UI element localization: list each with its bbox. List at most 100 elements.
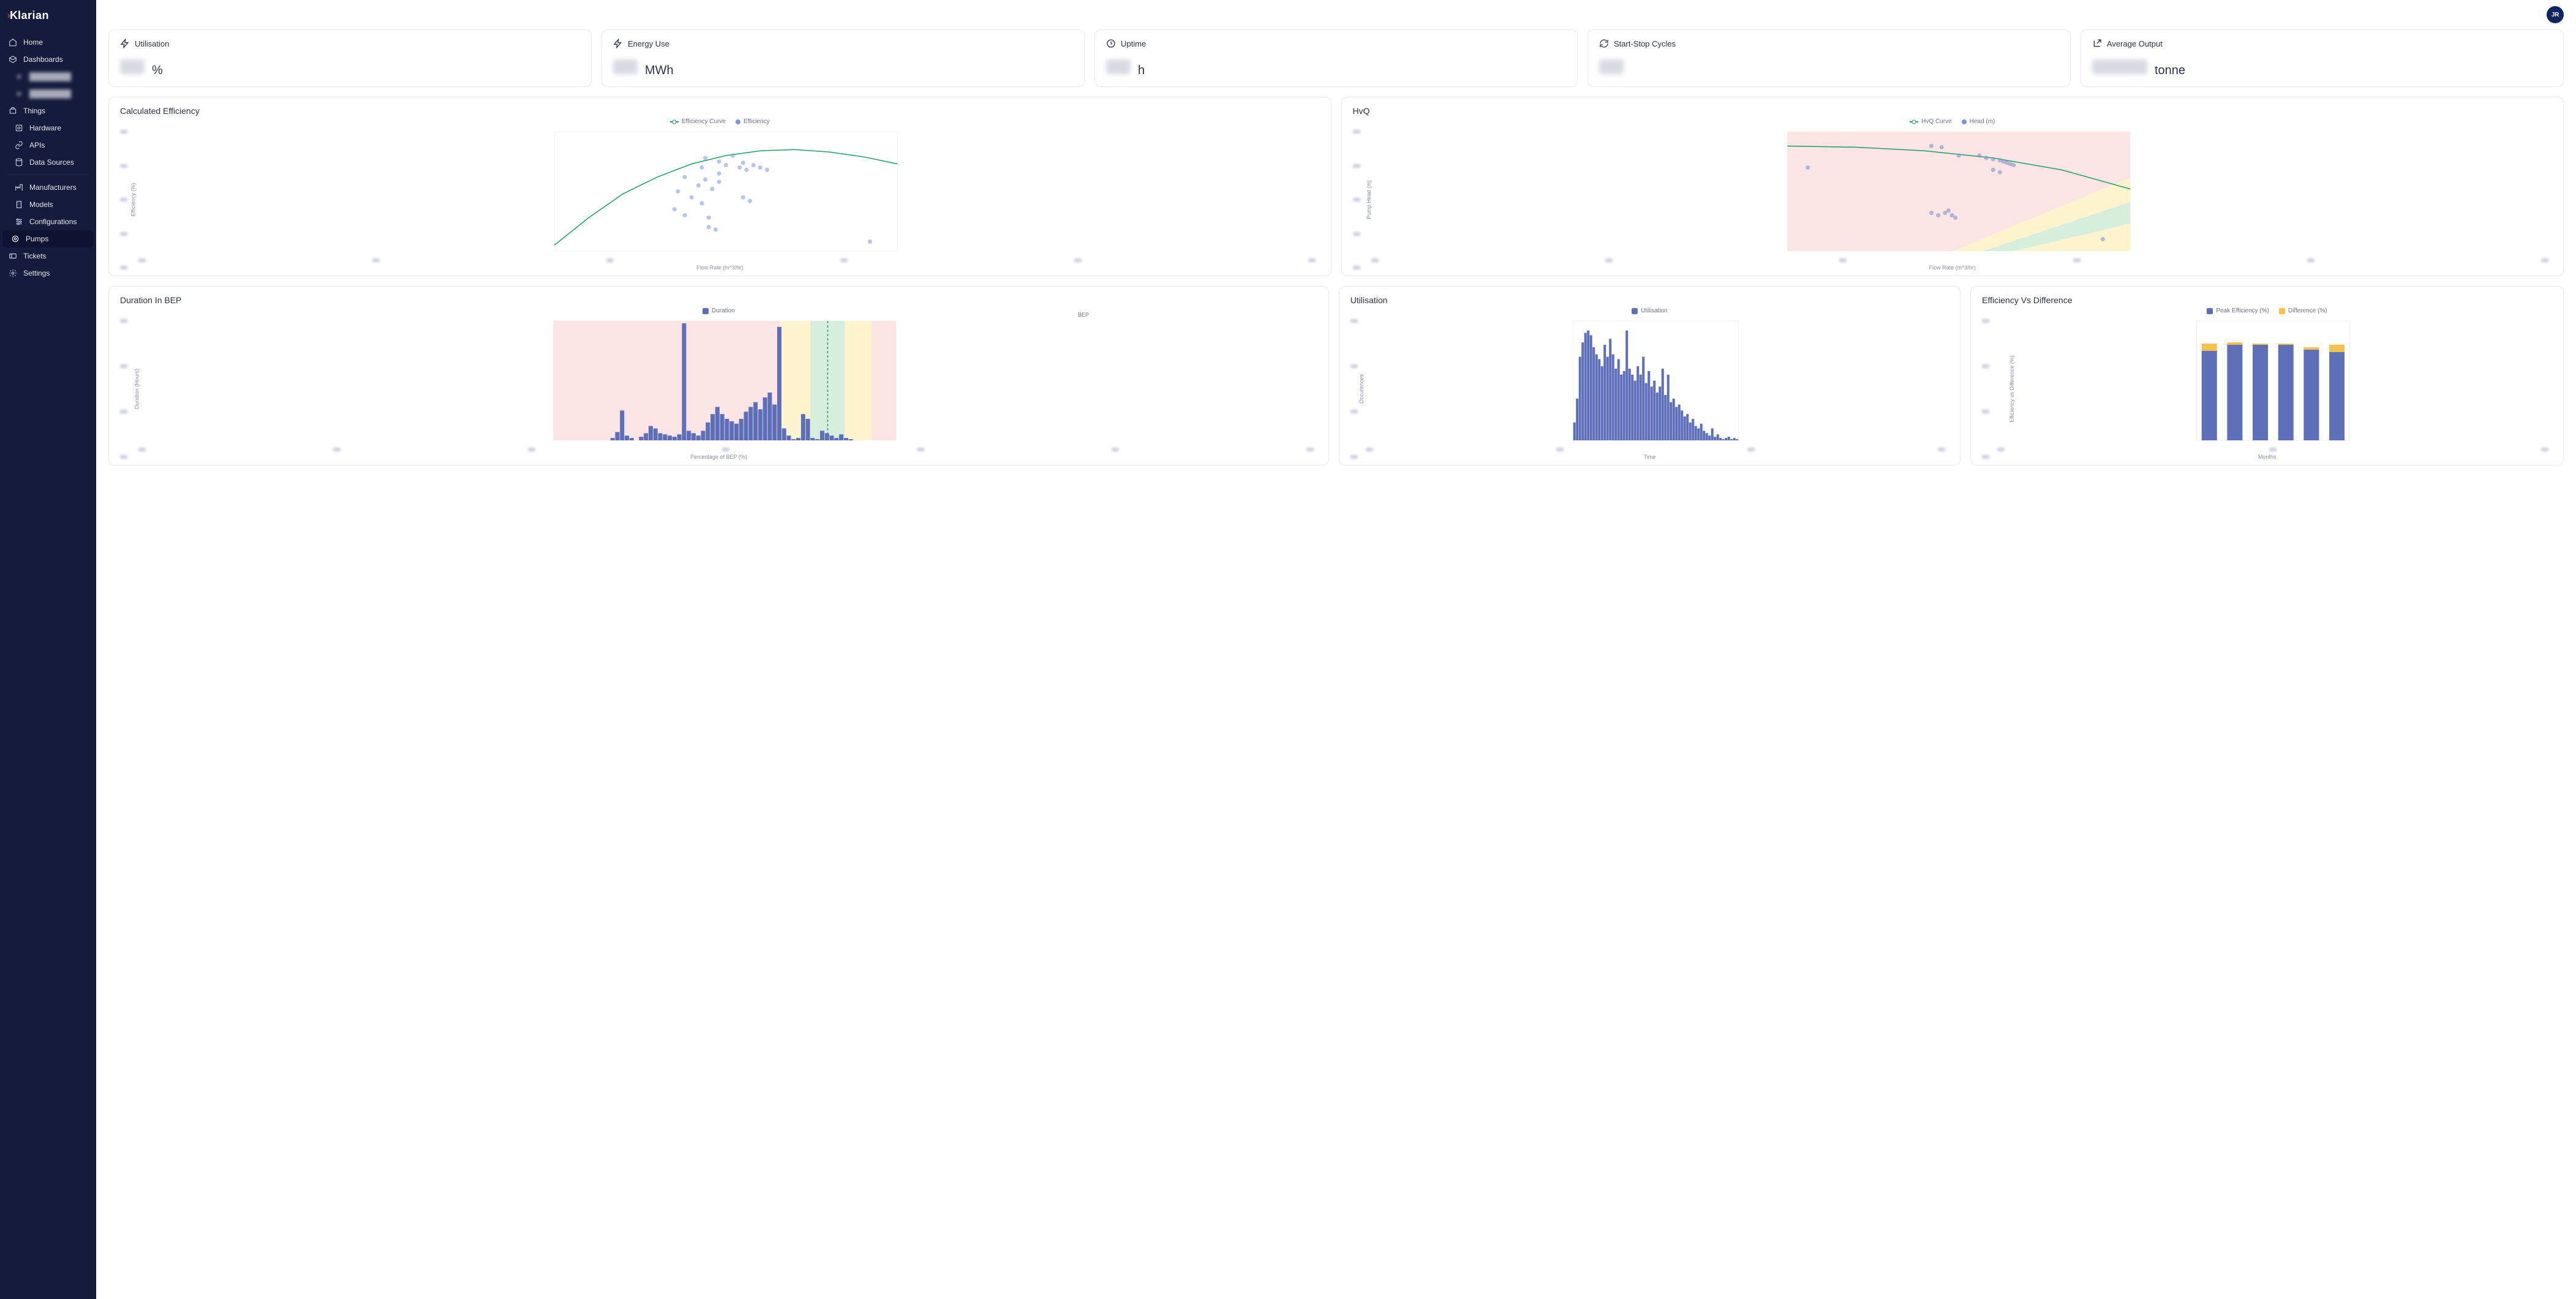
- nav-label-blurred: ████████: [29, 72, 71, 81]
- x-axis-label: Time: [1350, 454, 1949, 460]
- pump-icon: [11, 235, 20, 243]
- x-axis-label: Percentage of BEP (%): [120, 454, 1317, 460]
- logo-text: larian: [18, 9, 49, 21]
- nav-configurations[interactable]: Configurations: [0, 213, 96, 230]
- nav-pumps[interactable]: Pumps: [2, 230, 94, 247]
- legend-label: HvQ Curve: [1921, 118, 1951, 125]
- nav-dashboards[interactable]: Dashboards: [0, 51, 96, 68]
- y-ticks-redacted: [120, 129, 131, 271]
- package-icon: [9, 107, 17, 115]
- metric-value-redacted: [613, 59, 638, 74]
- nav-label: Configurations: [29, 217, 77, 226]
- main-content: JR Utilisation % Energy Use: [96, 0, 2576, 1299]
- metric-utilisation: Utilisation %: [108, 29, 592, 87]
- nav: Home Dashboards ★ ████████ ★ ████████ Th…: [0, 31, 96, 282]
- y-ticks-redacted: [1982, 318, 1993, 460]
- clock-icon: [1106, 39, 1116, 48]
- chart-body: Pump Head (m) Flow Rate (m^3/hr): [1353, 129, 2553, 271]
- legend-item: Head (m): [1962, 118, 1995, 125]
- chart-legend: HvQ Curve Head (m): [1353, 118, 2553, 125]
- chart-legend: Peak Efficiency (%) Difference (%): [1982, 307, 2552, 314]
- legend-label: Head (m): [1970, 118, 1995, 125]
- nav-label: APIs: [29, 141, 45, 149]
- nav-label: Pumps: [26, 235, 48, 243]
- nav-manufacturers[interactable]: Manufacturers: [0, 179, 96, 196]
- nav-datasources[interactable]: Data Sources: [0, 154, 96, 171]
- chart-hvq: HvQ HvQ Curve Head (m) Pump Head (m): [1341, 97, 2564, 276]
- metric-value-redacted: [2092, 59, 2147, 74]
- nav-home[interactable]: Home: [0, 34, 96, 51]
- chart-svg: [1353, 129, 2553, 257]
- legend-label: Efficiency Curve: [682, 118, 726, 125]
- nav-settings[interactable]: Settings: [0, 265, 96, 282]
- dot-icon: [1962, 119, 1967, 124]
- x-ticks-redacted: [1982, 448, 2552, 451]
- nav-label: Hardware: [29, 124, 61, 132]
- chart-svg: [120, 318, 1317, 446]
- bolt-icon: [613, 39, 623, 48]
- x-ticks-redacted: [1353, 258, 2553, 262]
- nav-dashboard-fav-2[interactable]: ★ ████████: [0, 85, 96, 102]
- box-icon: [702, 308, 709, 314]
- chart-svg: [1350, 318, 1949, 446]
- metric-unit: MWh: [645, 64, 674, 78]
- chart-body: Duration (Hours) BEP: [120, 318, 1317, 460]
- y-ticks-redacted: [1353, 129, 1364, 271]
- database-icon: [15, 158, 23, 167]
- metric-label: Average Output: [2107, 39, 2163, 48]
- metric-uptime: Uptime h: [1094, 29, 1578, 87]
- chart-calculated-efficiency: Calculated Efficiency Efficiency Curve E…: [108, 97, 1331, 276]
- refresh-icon: [1599, 39, 1609, 48]
- metric-label: Uptime: [1121, 39, 1146, 48]
- legend-item: Efficiency: [736, 118, 770, 125]
- chart-body: Efficiency vs Difference (%) Months: [1982, 318, 2552, 460]
- x-axis-label: Flow Rate (m^3/hr): [120, 265, 1320, 271]
- metric-average-output: Average Output tonne: [2081, 29, 2564, 87]
- nav-dashboard-fav-1[interactable]: ★ ████████: [0, 68, 96, 85]
- metric-value-redacted: [1599, 59, 1624, 74]
- metric-unit: tonne: [2155, 64, 2185, 78]
- metric-unit: %: [152, 64, 163, 78]
- chart-title: HvQ: [1353, 106, 2553, 116]
- box-icon: [1632, 308, 1638, 314]
- dot-icon: [736, 119, 740, 124]
- export-icon: [2092, 39, 2102, 48]
- metric-label: Start-Stop Cycles: [1614, 39, 1676, 48]
- package-icon: [9, 55, 17, 64]
- bep-marker-label: BEP: [1078, 312, 1089, 318]
- nav-hardware[interactable]: Hardware: [0, 119, 96, 137]
- legend-item: Peak Efficiency (%): [2207, 307, 2269, 314]
- x-axis-label: Flow Rate (m^3/hr): [1353, 265, 2553, 271]
- nav-label: Settings: [23, 269, 50, 277]
- box-icon: [2279, 308, 2285, 314]
- avatar[interactable]: JR: [2547, 6, 2564, 23]
- metric-unit: h: [1138, 64, 1145, 78]
- metric-start-stop: Start-Stop Cycles: [1587, 29, 2071, 87]
- legend-item: HvQ Curve: [1910, 118, 1951, 125]
- logo[interactable]: › › Klarian: [0, 0, 96, 31]
- x-ticks-redacted: [120, 258, 1320, 262]
- legend-label: Duration: [712, 307, 735, 314]
- legend-item: Duration: [702, 307, 735, 314]
- charts-row-top: Calculated Efficiency Efficiency Curve E…: [108, 97, 2564, 276]
- chart-efficiency-difference: Efficiency Vs Difference Peak Efficiency…: [1970, 286, 2564, 465]
- link-icon: [15, 141, 23, 149]
- metric-value-redacted: [1106, 59, 1131, 74]
- legend-item: Efficiency Curve: [670, 118, 726, 125]
- legend-item: Difference (%): [2279, 307, 2327, 314]
- nav-tickets[interactable]: Tickets: [0, 247, 96, 265]
- nav-label: Data Sources: [29, 158, 74, 167]
- nav-apis[interactable]: APIs: [0, 137, 96, 154]
- chart-title: Calculated Efficiency: [120, 106, 1320, 116]
- nav-models[interactable]: Models: [0, 196, 96, 213]
- nav-things[interactable]: Things: [0, 102, 96, 119]
- sidebar: › › Klarian Home Dashboards ★ ████████ ★…: [0, 0, 96, 1299]
- y-ticks-redacted: [1350, 318, 1361, 460]
- bolt-icon: [120, 39, 130, 48]
- chart-legend: Utilisation: [1350, 307, 1949, 314]
- nav-label: Manufacturers: [29, 183, 77, 192]
- metric-label: Utilisation: [135, 39, 169, 48]
- chart-title: Efficiency Vs Difference: [1982, 295, 2552, 305]
- nav-label: Models: [29, 200, 53, 209]
- x-ticks-redacted: [120, 448, 1317, 451]
